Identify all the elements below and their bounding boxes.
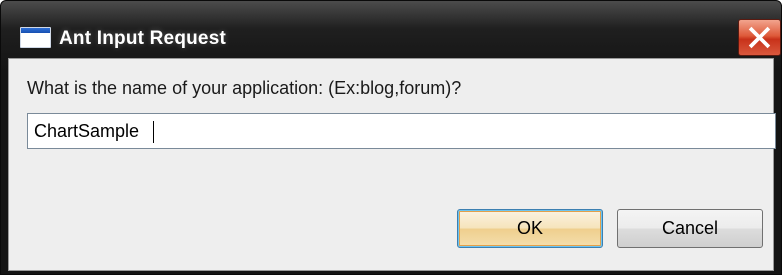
- text-caret: [153, 121, 154, 143]
- application-name-input[interactable]: [27, 113, 776, 149]
- ok-button[interactable]: OK: [457, 209, 603, 248]
- dialog-content: What is the name of your application: (E…: [8, 58, 776, 271]
- window-icon: [20, 27, 51, 48]
- ant-input-dialog: Ant Input Request What is the name of yo…: [0, 0, 782, 275]
- title-bar[interactable]: Ant Input Request: [1, 1, 781, 56]
- window-title: Ant Input Request: [59, 28, 226, 49]
- prompt-label: What is the name of your application: (E…: [27, 78, 462, 98]
- close-icon: [748, 26, 771, 49]
- cancel-button[interactable]: Cancel: [617, 209, 763, 248]
- close-button[interactable]: [738, 19, 781, 56]
